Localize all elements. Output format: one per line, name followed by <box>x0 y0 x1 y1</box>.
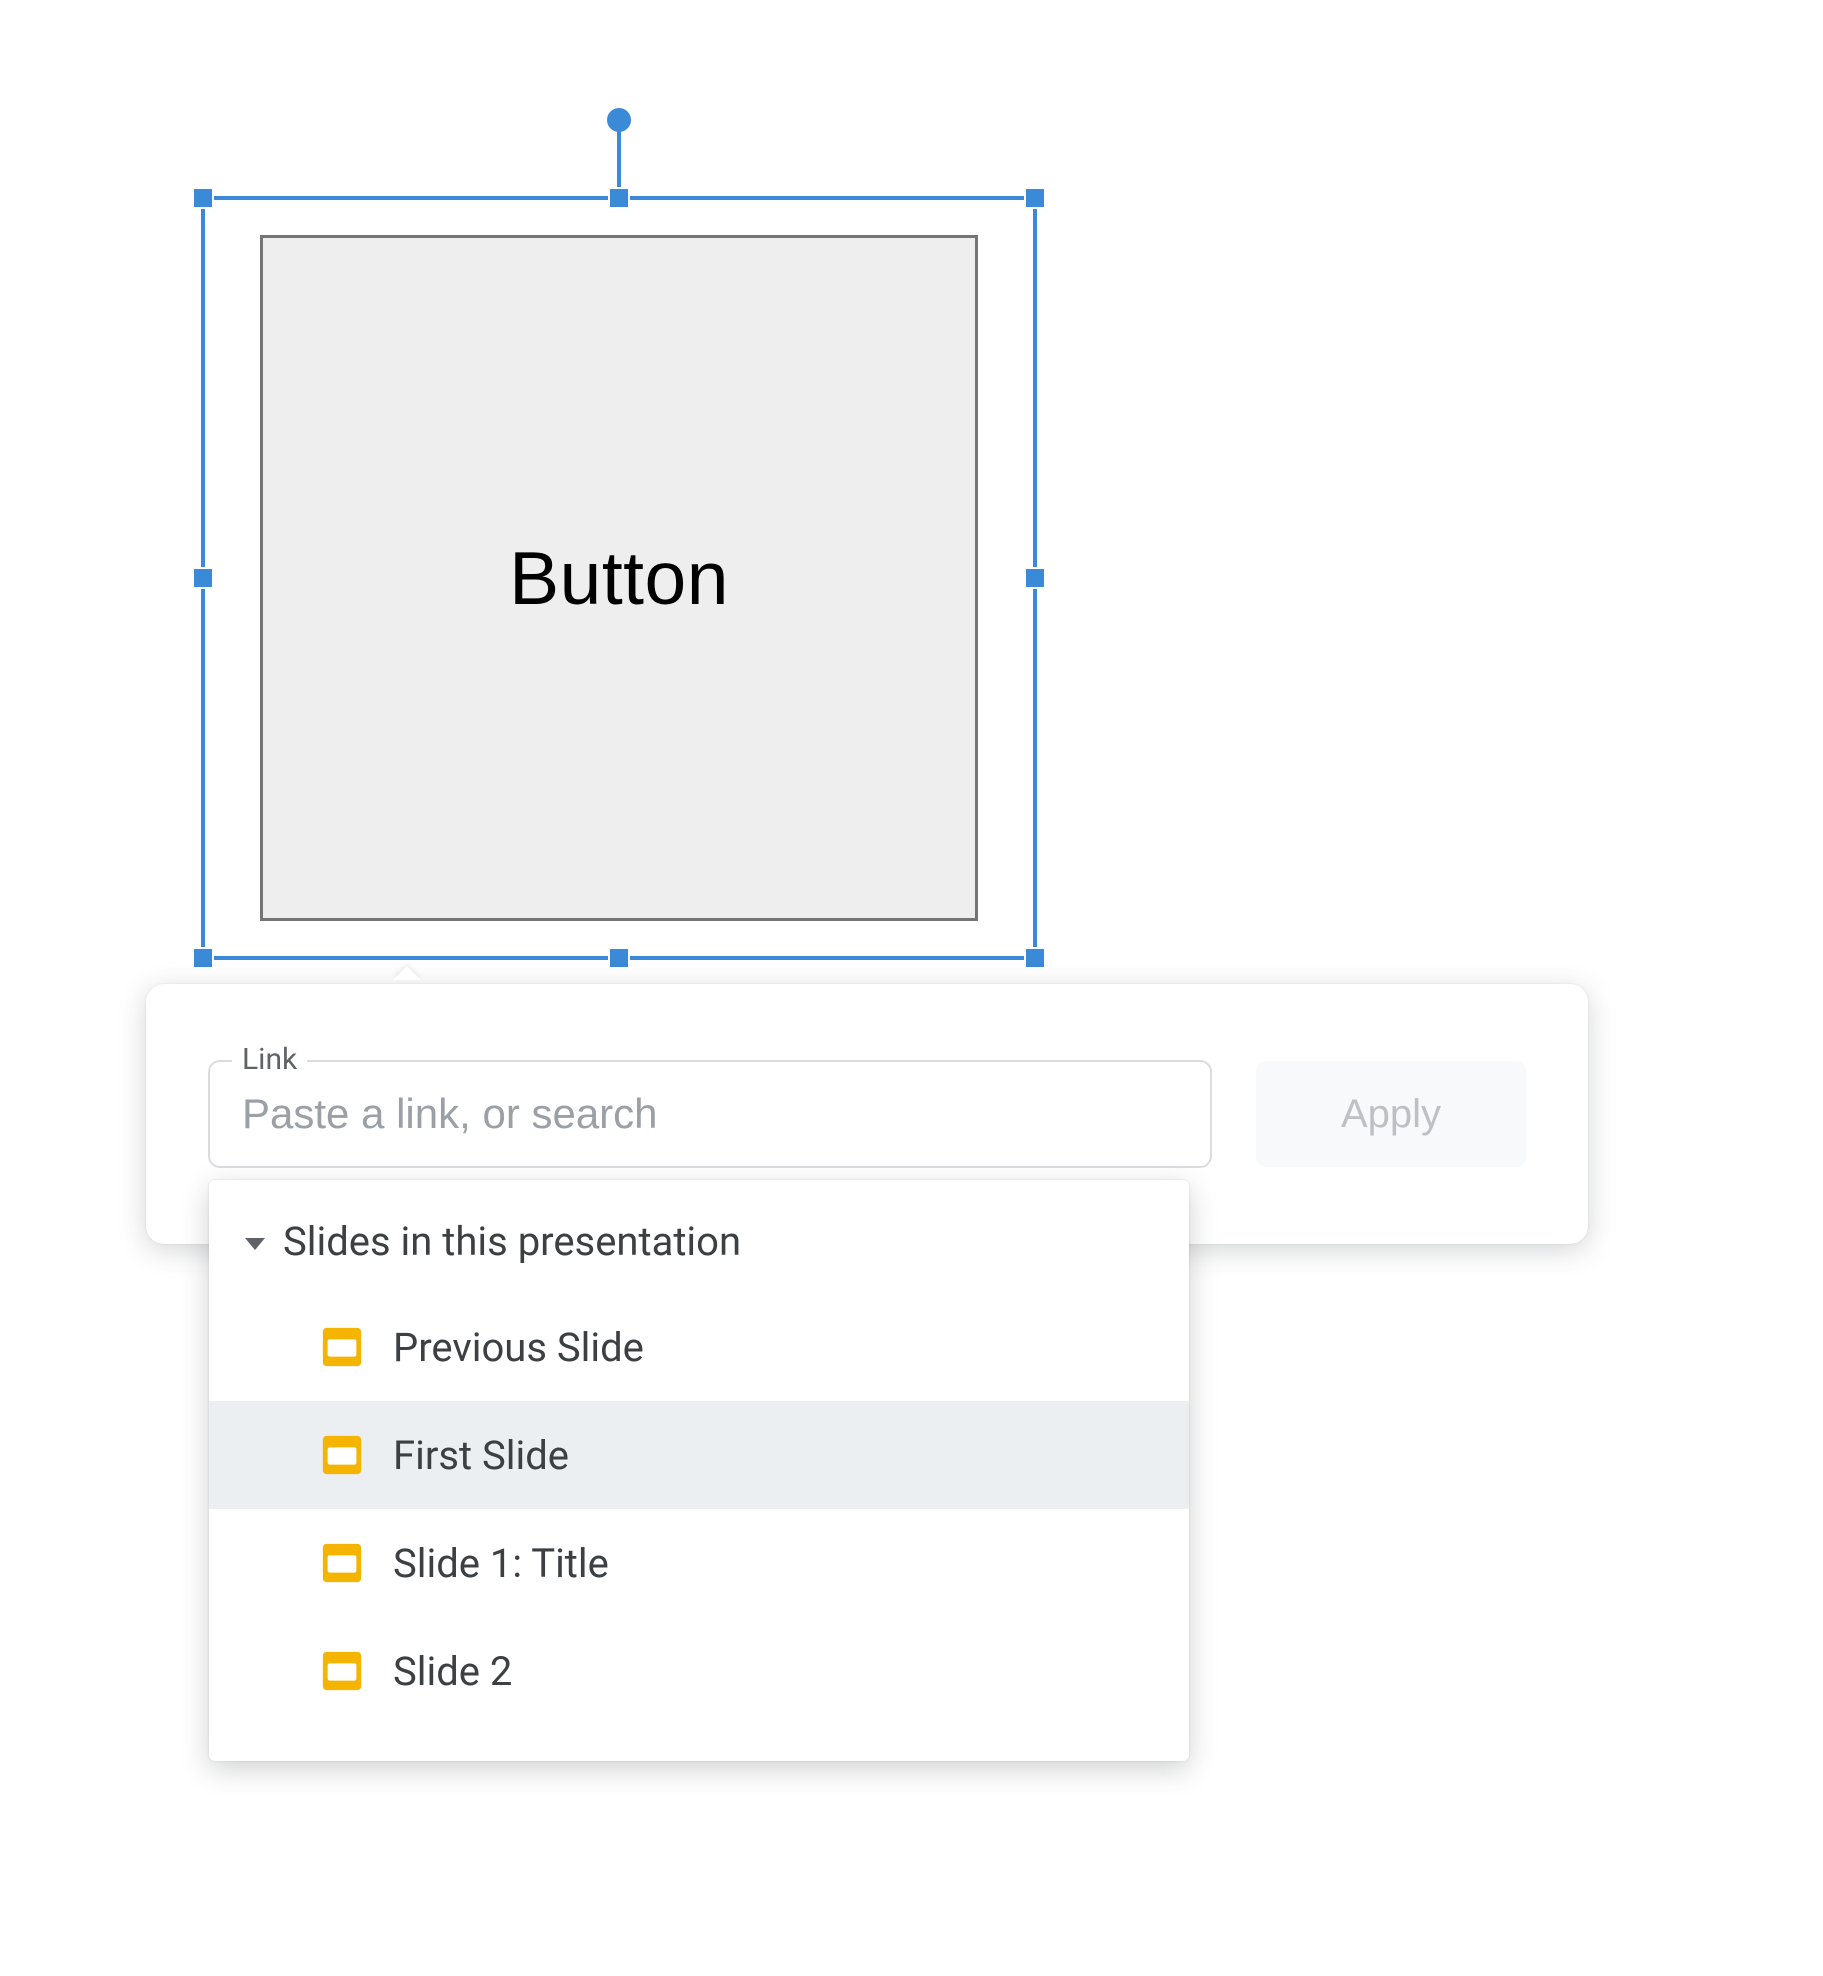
slide-icon <box>319 1648 365 1694</box>
popup-pointer-icon <box>393 966 421 980</box>
chevron-down-icon <box>245 1238 265 1250</box>
dropdown-item[interactable]: Previous Slide <box>209 1293 1189 1401</box>
resize-handle-top-right[interactable] <box>1024 187 1046 209</box>
slide-icon <box>319 1540 365 1586</box>
dropdown-header[interactable]: Slides in this presentation <box>209 1210 1189 1293</box>
shape-button[interactable]: Button <box>260 235 978 921</box>
resize-handle-bottom-left[interactable] <box>192 947 214 969</box>
resize-handle-top-left[interactable] <box>192 187 214 209</box>
shape-selection-bbox[interactable]: Button <box>201 196 1037 960</box>
resize-handle-top-middle[interactable] <box>608 187 630 209</box>
resize-handle-middle-right[interactable] <box>1024 567 1046 589</box>
apply-button[interactable]: Apply <box>1256 1061 1526 1167</box>
dropdown-item[interactable]: Slide 2 <box>209 1617 1189 1725</box>
dropdown-item-label: First Slide <box>393 1432 569 1479</box>
rotation-handle-stem <box>617 126 621 188</box>
dropdown-item-label: Slide 1: Title <box>393 1540 609 1587</box>
resize-handle-bottom-middle[interactable] <box>608 947 630 969</box>
resize-handle-middle-left[interactable] <box>192 567 214 589</box>
resize-handle-bottom-right[interactable] <box>1024 947 1046 969</box>
dropdown-title: Slides in this presentation <box>283 1218 741 1265</box>
shape-label: Button <box>509 535 729 621</box>
link-input[interactable] <box>208 1060 1212 1168</box>
dropdown-item-label: Previous Slide <box>393 1324 644 1371</box>
rotation-handle[interactable] <box>607 108 631 132</box>
link-field-wrapper: Link <box>208 1060 1212 1168</box>
link-field-label: Link <box>232 1042 307 1077</box>
slide-icon <box>319 1324 365 1370</box>
slides-dropdown: Slides in this presentation Previous Sli… <box>209 1180 1189 1761</box>
dropdown-item-label: Slide 2 <box>393 1648 512 1695</box>
dropdown-item[interactable]: First Slide <box>209 1401 1189 1509</box>
dropdown-list: Previous Slide First Slide Slide 1: Titl… <box>209 1293 1189 1725</box>
dropdown-item[interactable]: Slide 1: Title <box>209 1509 1189 1617</box>
slide-icon <box>319 1432 365 1478</box>
